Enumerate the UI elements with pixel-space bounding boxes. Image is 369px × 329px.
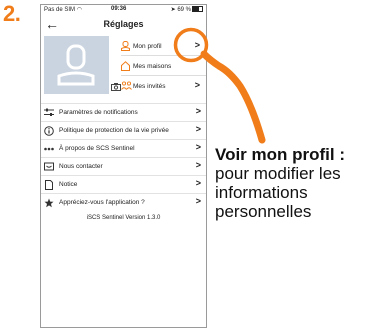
callout-body: pour modifier les informations personnel… [215,164,341,221]
callout-text: Voir mon profil : pour modifier les info… [215,145,369,221]
callout-title: Voir mon profil : [215,145,346,164]
